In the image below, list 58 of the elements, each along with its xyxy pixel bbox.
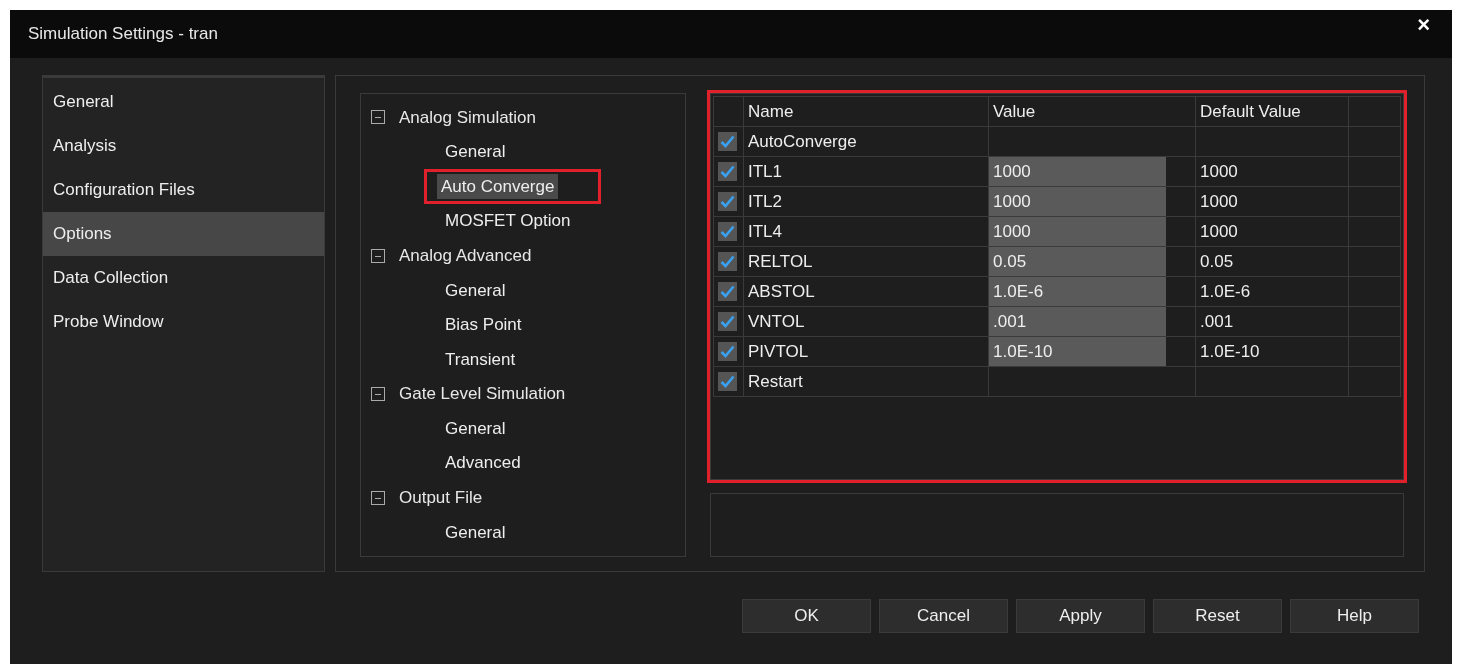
tree-item[interactable]: Advanced [441,450,525,476]
sidebar-item[interactable]: Options [43,212,324,256]
table-cell: Restart [743,366,989,397]
tree-item[interactable]: Bias Point [441,312,526,338]
sidebar-item[interactable]: Analysis [43,124,324,168]
tree-item[interactable]: Auto Converge [437,173,559,200]
tree-item[interactable]: General [441,519,510,546]
table-cell: .001 [1195,306,1349,337]
tree-item[interactable]: MOSFET Option [441,208,575,234]
table-cell: ITL2 [743,186,989,217]
table-cell: RELTOL [743,246,989,277]
checkbox[interactable] [718,312,737,331]
sidebar-item[interactable]: General [43,80,324,124]
checkbox[interactable] [718,222,737,241]
sidebar-item[interactable]: Configuration Files [43,168,324,212]
collapse-icon[interactable] [371,387,385,402]
dialog-button[interactable]: Help [1290,599,1419,633]
table-cell: PIVTOL [743,336,989,367]
tree-node-label[interactable]: Analog Simulation [399,104,537,131]
column-header: Default Value [1195,96,1349,127]
close-button[interactable]: × [1413,14,1434,36]
tree-item[interactable]: General [441,139,510,165]
checkbox[interactable] [718,252,737,271]
tree-node-label[interactable]: Output File [399,485,483,511]
dialog-button[interactable]: Cancel [879,599,1008,633]
table-cell: ABSTOL [743,276,989,307]
table-cell: ITL1 [743,156,989,187]
table-cell: 1.0E-6 [1195,276,1349,307]
tree-item[interactable]: Transient [441,346,520,373]
collapse-icon[interactable] [371,110,385,125]
table-cell: ITL4 [743,216,989,247]
tree-item[interactable]: General [441,277,510,303]
checkbox[interactable] [718,162,737,181]
tree-item[interactable]: General [441,415,510,442]
table-cell: 1000 [1195,216,1349,247]
table-cell: VNTOL [743,306,989,337]
tree-node-label[interactable]: Gate Level Simulation [399,381,566,407]
checkbox[interactable] [718,132,737,151]
collapse-icon[interactable] [371,490,385,505]
sidebar-item[interactable]: Data Collection [43,256,324,300]
checkbox[interactable] [718,372,737,391]
checkbox[interactable] [718,282,737,301]
checkbox[interactable] [718,342,737,361]
dialog-button[interactable]: OK [742,599,871,633]
checkbox[interactable] [718,192,737,211]
sidebar-item[interactable]: Probe Window [43,300,324,344]
dialog-button[interactable]: Apply [1016,599,1145,633]
collapse-icon[interactable] [371,248,385,263]
table-cell: AutoConverge [743,126,989,157]
table-cell: 1000 [1195,186,1349,217]
table-cell: 1.0E-10 [1195,336,1349,367]
column-header: Value [988,96,1196,127]
column-header: Name [743,96,989,127]
table-cell: 0.05 [1195,246,1349,277]
table-cell: 1000 [1195,156,1349,187]
window-title: Simulation Settings - tran [28,23,218,46]
dialog-button[interactable]: Reset [1153,599,1282,633]
tree-node-label[interactable]: Analog Advanced [399,242,532,269]
